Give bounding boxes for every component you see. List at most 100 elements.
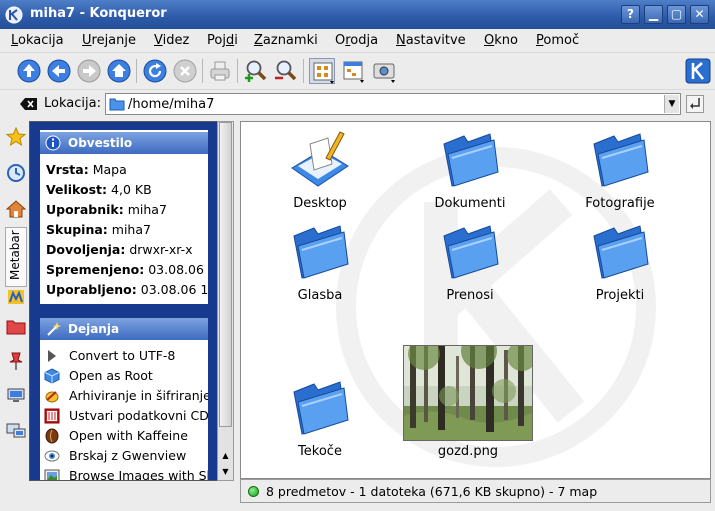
info-row-modified: Spremenjeno: 03.08.06 <box>46 262 204 277</box>
menu-zaznamki[interactable]: Zaznamki <box>254 33 318 48</box>
clear-location-icon[interactable] <box>20 97 38 111</box>
status-bar: 8 predmetov - 1 datoteka (671,6 KB skupn… <box>240 479 711 503</box>
menu-nastavitve[interactable]: Nastavitve <box>396 33 466 48</box>
file-item-desktop[interactable]: Desktop <box>265 128 375 211</box>
pin-icon[interactable] <box>4 349 28 373</box>
menu-pomoc[interactable]: Pomoč <box>536 33 579 48</box>
file-label: gozd.png <box>437 444 499 459</box>
metabar-content: Obvestilo Vrsta: Mapa Velikost: 4,0 KB U… <box>40 130 208 480</box>
file-item-tekoce[interactable]: Tekoče <box>265 376 375 459</box>
folder-red-icon[interactable] <box>4 315 28 339</box>
close-button[interactable]: ✕ <box>690 5 709 24</box>
location-value: /home/miha7 <box>128 97 215 112</box>
arrow-forward-icon[interactable] <box>76 58 102 84</box>
arrow-up-icon[interactable] <box>16 58 42 84</box>
network-icon[interactable] <box>4 383 28 407</box>
folder-icon <box>109 98 125 111</box>
icon-view-icon[interactable] <box>309 58 335 84</box>
actions-section-title: Dejanja <box>68 322 120 336</box>
scrollbar-thumb[interactable] <box>219 122 232 427</box>
info-row-permissions: Dovoljenja: drwxr-xr-x <box>46 242 193 257</box>
info-row-size: Velikost: 4,0 KB <box>46 182 152 197</box>
scroll-down-arrow[interactable]: ▼ <box>219 464 232 479</box>
info-row-group: Skupina: miha7 <box>46 222 151 237</box>
location-bar: Lokacija: /home/miha7 ▼ <box>0 89 715 118</box>
chevron-down-icon[interactable]: ▼ <box>664 95 679 113</box>
folder-icon <box>443 225 499 279</box>
forest-image <box>404 346 532 440</box>
minimize-button[interactable]: ▁ <box>644 5 663 24</box>
file-item-fotografije[interactable]: Fotografije <box>565 128 675 211</box>
help-button[interactable]: ? <box>621 5 640 24</box>
home-folder-icon[interactable] <box>4 197 28 221</box>
kde-logo-icon[interactable] <box>685 58 711 84</box>
file-label: Dokumenti <box>434 196 506 211</box>
file-label: Fotografije <box>585 196 655 211</box>
file-label: Projekti <box>595 288 645 303</box>
zoom-out-icon[interactable] <box>273 58 299 84</box>
file-icon-view[interactable]: Desktop Dokumenti Fotografije Glasba Pre… <box>240 121 711 479</box>
menu-videz[interactable]: Videz <box>154 33 189 48</box>
info-section-header[interactable]: Obvestilo <box>40 132 208 154</box>
file-label: Prenosi <box>446 288 494 303</box>
menu-lokacija[interactable]: Lokacija <box>11 33 64 48</box>
go-enter-icon[interactable] <box>686 95 704 113</box>
toolbar-separator <box>202 59 203 83</box>
image-thumbnail[interactable] <box>403 345 533 441</box>
file-item-dokumenti[interactable]: Dokumenti <box>415 128 525 211</box>
info-section-title: Obvestilo <box>68 136 133 150</box>
tab-metabar[interactable]: Metabar <box>5 227 27 287</box>
print-icon[interactable] <box>207 58 233 84</box>
scroll-up-arrow[interactable]: ▲ <box>219 448 232 463</box>
metabar-tab-label: Metabar <box>8 230 22 280</box>
file-item-glasba[interactable]: Glasba <box>265 220 375 303</box>
file-item-prenosi[interactable]: Prenosi <box>415 220 525 303</box>
archive-icon <box>45 391 59 403</box>
info-row-owner: Uporabnik: miha7 <box>46 202 167 217</box>
media-icon[interactable] <box>4 285 28 309</box>
desktop-icon <box>291 131 349 187</box>
file-item-projekti[interactable]: Projekti <box>565 220 675 303</box>
status-led-icon <box>248 486 259 497</box>
menu-bar: Lokacija Urejanje Videz Pojdi Zaznamki O… <box>0 29 715 52</box>
toolbar-separator <box>136 59 137 83</box>
images-icon <box>44 469 60 480</box>
folder-icon <box>293 225 349 279</box>
history-clock-icon[interactable] <box>4 161 28 185</box>
maximize-button[interactable]: ▢ <box>667 5 686 24</box>
file-label: Desktop <box>293 196 347 211</box>
location-input[interactable]: /home/miha7 ▼ <box>105 93 681 115</box>
toolbar-separator <box>237 59 238 83</box>
gwenview-icon <box>44 450 60 462</box>
section-divider <box>40 304 208 318</box>
stop-icon[interactable] <box>172 58 198 84</box>
location-label: Lokacija: <box>44 96 101 111</box>
file-label: Tekoče <box>298 444 342 459</box>
magic-wand-icon <box>47 322 61 336</box>
menu-pojdi[interactable]: Pojdi <box>207 33 238 48</box>
menu-okno[interactable]: Okno <box>484 33 518 48</box>
cube-icon <box>44 368 60 384</box>
image-view-icon[interactable] <box>371 58 397 84</box>
actions-section-header[interactable]: Dejanja <box>40 318 208 340</box>
computer-icon[interactable] <box>4 419 28 443</box>
window-title: miha7 - Konqueror <box>30 6 167 21</box>
arrow-back-icon[interactable] <box>46 58 72 84</box>
menu-urejanje[interactable]: Urejanje <box>82 33 136 48</box>
status-text: 8 predmetov - 1 datoteka (671,6 KB skupn… <box>266 484 598 499</box>
info-icon <box>45 135 61 151</box>
menu-orodja[interactable]: Orodja <box>335 33 378 48</box>
bookmarks-star-icon[interactable] <box>4 125 28 149</box>
zoom-in-icon[interactable] <box>243 58 269 84</box>
info-row-type: Vrsta: Mapa <box>46 162 127 177</box>
file-label: Glasba <box>297 288 343 303</box>
folder-icon <box>293 381 349 435</box>
kaffeine-icon <box>45 428 59 444</box>
tree-view-icon[interactable] <box>340 58 366 84</box>
reload-icon[interactable] <box>142 58 168 84</box>
home-icon[interactable] <box>106 58 132 84</box>
metabar-panel: Obvestilo Vrsta: Mapa Velikost: 4,0 KB U… <box>29 121 234 481</box>
sidebar-tabs: Metabar <box>4 121 28 481</box>
metabar-scrollbar[interactable]: ▲ ▼ <box>217 121 234 481</box>
folder-icon <box>593 133 649 187</box>
